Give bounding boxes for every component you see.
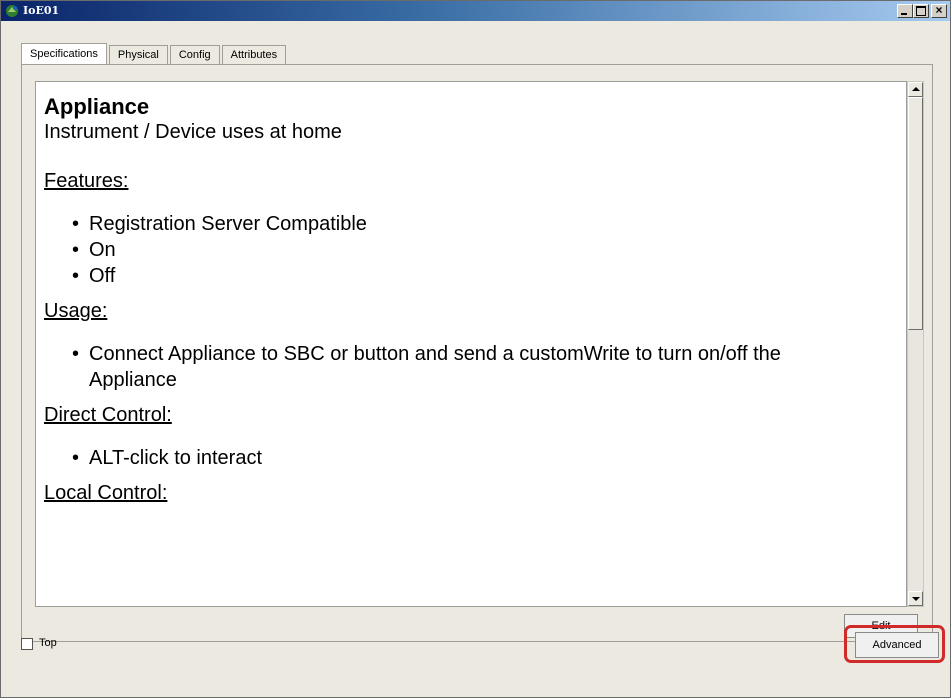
window-title: IoE01: [23, 4, 60, 17]
close-glyph: ×: [935, 3, 943, 17]
tab-bar: Specifications Physical Config Attribute…: [21, 43, 288, 64]
title-bar[interactable]: IoE01 ×: [1, 1, 950, 21]
tab-specifications[interactable]: Specifications: [21, 43, 107, 64]
usage-list: Connect Appliance to SBC or button and s…: [44, 341, 898, 393]
packet-tracer-device-icon: [6, 5, 18, 17]
local-control-heading: Local Control:: [44, 482, 168, 504]
top-checkbox-label: Top: [39, 637, 57, 649]
device-window: IoE01 × Specifications Physical Config A…: [0, 0, 951, 698]
window-controls: ×: [897, 3, 947, 18]
list-item: ALT-click to interact: [44, 445, 898, 471]
list-item: Connect Appliance to SBC or button and s…: [44, 341, 869, 393]
top-checkbox[interactable]: [21, 638, 33, 650]
list-item: On: [44, 237, 898, 263]
features-list: Registration Server Compatible On Off: [44, 211, 898, 289]
tab-attributes[interactable]: Attributes: [221, 45, 287, 64]
scroll-thumb[interactable]: [908, 97, 923, 330]
device-description: Instrument / Device uses at home: [44, 121, 342, 143]
advanced-button[interactable]: Advanced: [855, 632, 939, 658]
scroll-down-icon[interactable]: [908, 591, 923, 606]
close-icon[interactable]: ×: [931, 3, 947, 18]
list-item: Off: [44, 263, 898, 289]
tab-physical[interactable]: Physical: [108, 45, 168, 64]
vertical-scrollbar[interactable]: [907, 81, 924, 607]
tab-panel: Appliance Instrument / Device uses at ho…: [21, 64, 933, 642]
usage-heading: Usage:: [44, 300, 108, 322]
direct-control-list: ALT-click to interact: [44, 445, 898, 471]
scroll-up-icon[interactable]: [908, 82, 923, 97]
tab-config[interactable]: Config: [169, 45, 220, 64]
maximize-icon[interactable]: [913, 4, 929, 18]
minimize-icon[interactable]: [897, 4, 913, 18]
device-title: Appliance: [44, 94, 150, 119]
specifications-view[interactable]: Appliance Instrument / Device uses at ho…: [35, 81, 907, 607]
list-item: Registration Server Compatible: [44, 211, 898, 237]
features-heading: Features:: [44, 170, 129, 192]
direct-control-heading: Direct Control:: [44, 404, 172, 426]
